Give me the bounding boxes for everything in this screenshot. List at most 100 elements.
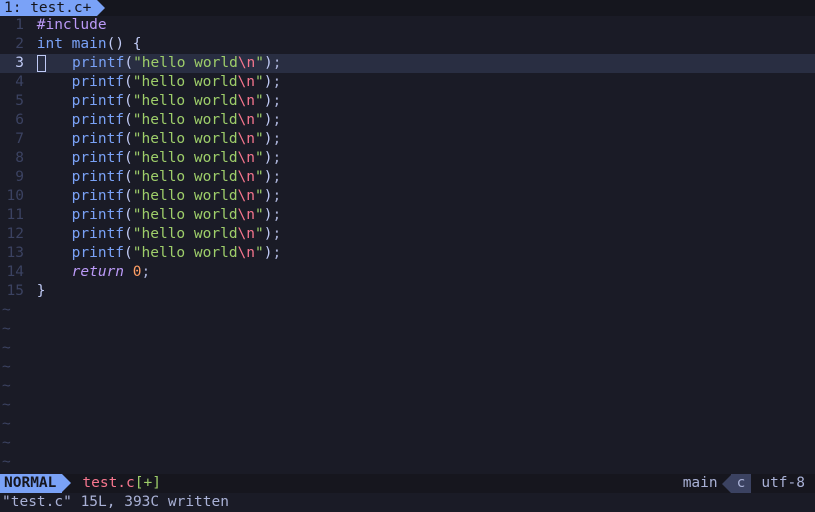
line-number: 1 <box>0 16 28 35</box>
tok-semi: ; <box>142 264 151 280</box>
tok-esc: \n <box>238 207 255 223</box>
statusline: NORMAL test.c[+] main c utf-8 <box>0 474 815 493</box>
code-line[interactable]: 14 return 0; <box>0 263 815 282</box>
tok-fn: printf <box>72 188 124 204</box>
line-number: 15 <box>0 282 28 301</box>
code-content: printf("hello world\n"); <box>28 130 815 149</box>
code-content: printf("hello world\n"); <box>28 111 815 130</box>
line-number: 7 <box>0 130 28 149</box>
tok-include: #include <box>37 17 107 33</box>
tok-esc: \n <box>238 169 255 185</box>
code-line[interactable]: 1 #include <box>0 16 815 35</box>
tok-esc: \n <box>238 131 255 147</box>
tok-str: hello world <box>142 55 238 71</box>
tok-fn: printf <box>72 112 124 128</box>
line-number: 5 <box>0 92 28 111</box>
tok-str: hello world <box>142 169 238 185</box>
code-line[interactable]: 12 printf("hello world\n"); <box>0 225 815 244</box>
tilde-icon: ~ <box>0 453 11 472</box>
code-content: printf("hello world\n"); <box>28 206 815 225</box>
code-content: printf("hello world\n"); <box>28 92 815 111</box>
code-line[interactable]: 2 int main() { <box>0 35 815 54</box>
code-line[interactable]: 9 printf("hello world\n"); <box>0 168 815 187</box>
tok-fn: printf <box>72 226 124 242</box>
code-line[interactable]: 13 printf("hello world\n"); <box>0 244 815 263</box>
tok-esc: \n <box>238 188 255 204</box>
line-number: 11 <box>0 206 28 225</box>
tok-str: " <box>255 226 264 242</box>
code-content: printf("hello world\n"); <box>28 54 815 73</box>
code-line[interactable]: 8 printf("hello world\n"); <box>0 149 815 168</box>
tok-str: " <box>133 55 142 71</box>
line-number: 10 <box>0 187 28 206</box>
code-line[interactable]: 11 printf("hello world\n"); <box>0 206 815 225</box>
tok-str: " <box>255 74 264 90</box>
tok-str: hello world <box>142 226 238 242</box>
line-number: 3 <box>0 54 28 73</box>
tok-fn: printf <box>72 74 124 90</box>
code-line[interactable]: 5 printf("hello world\n"); <box>0 92 815 111</box>
editor-buffer[interactable]: 1 #include 2 int main() {3 printf("hello… <box>0 16 815 472</box>
tok-semi: ; <box>272 207 281 223</box>
code-line[interactable]: 6 printf("hello world\n"); <box>0 111 815 130</box>
tok-paren: ( <box>124 55 133 71</box>
tok-str: " <box>133 207 142 223</box>
tok-semi: ; <box>272 74 281 90</box>
tok-esc: \n <box>238 226 255 242</box>
tok-str: hello world <box>142 93 238 109</box>
status-filename: test.c[+] <box>82 474 161 493</box>
tok-semi: ; <box>272 93 281 109</box>
tok-str: " <box>133 245 142 261</box>
tok-str: hello world <box>142 207 238 223</box>
tilde-icon: ~ <box>0 339 11 358</box>
command-line[interactable]: "test.c" 15L, 393C written <box>0 493 815 512</box>
tok-paren: ) <box>264 55 273 71</box>
tok-paren: ( <box>124 207 133 223</box>
empty-line: ~ <box>0 301 815 320</box>
code-content: printf("hello world\n"); <box>28 187 815 206</box>
code-line[interactable]: 7 printf("hello world\n"); <box>0 130 815 149</box>
tok-fn: printf <box>72 207 124 223</box>
code-content: int main() { <box>28 35 815 54</box>
tok-paren: ( <box>124 169 133 185</box>
code-line[interactable]: 3 printf("hello world\n"); <box>0 54 815 73</box>
tok-str: " <box>255 188 264 204</box>
tok-semi: ; <box>272 169 281 185</box>
code-content: printf("hello world\n"); <box>28 225 815 244</box>
tilde-icon: ~ <box>0 434 11 453</box>
empty-line: ~ <box>0 396 815 415</box>
tok-str: hello world <box>142 245 238 261</box>
code-line[interactable]: 4 printf("hello world\n"); <box>0 73 815 92</box>
tok-str: " <box>133 188 142 204</box>
tok-semi: ; <box>272 226 281 242</box>
code-content: printf("hello world\n"); <box>28 168 815 187</box>
tok-semi: ; <box>272 188 281 204</box>
tok-brace: { <box>133 36 142 52</box>
tab-1[interactable]: 1: test.c+ <box>0 0 97 16</box>
tok-str: " <box>255 55 264 71</box>
tok-str: " <box>133 226 142 242</box>
code-line[interactable]: 10 printf("hello world\n"); <box>0 187 815 206</box>
tok-str: " <box>255 207 264 223</box>
tok-paren: ( <box>124 245 133 261</box>
code-line[interactable]: 15 } <box>0 282 815 301</box>
tok-str: " <box>255 131 264 147</box>
line-number: 2 <box>0 35 28 54</box>
git-branch: main <box>683 474 718 493</box>
tilde-icon: ~ <box>0 377 11 396</box>
empty-line: ~ <box>0 415 815 434</box>
tok-fn: main <box>72 36 107 52</box>
code-content: printf("hello world\n"); <box>28 149 815 168</box>
empty-line: ~ <box>0 358 815 377</box>
tok-str: " <box>255 93 264 109</box>
tok-esc: \n <box>238 74 255 90</box>
code-content: } <box>28 282 815 301</box>
tilde-icon: ~ <box>0 415 11 434</box>
line-number: 8 <box>0 149 28 168</box>
tok-type: int <box>37 36 63 52</box>
line-number: 6 <box>0 111 28 130</box>
mode-indicator: NORMAL <box>0 474 62 493</box>
tok-paren: ( <box>124 150 133 166</box>
tok-str: hello world <box>142 112 238 128</box>
cursor <box>37 55 46 72</box>
